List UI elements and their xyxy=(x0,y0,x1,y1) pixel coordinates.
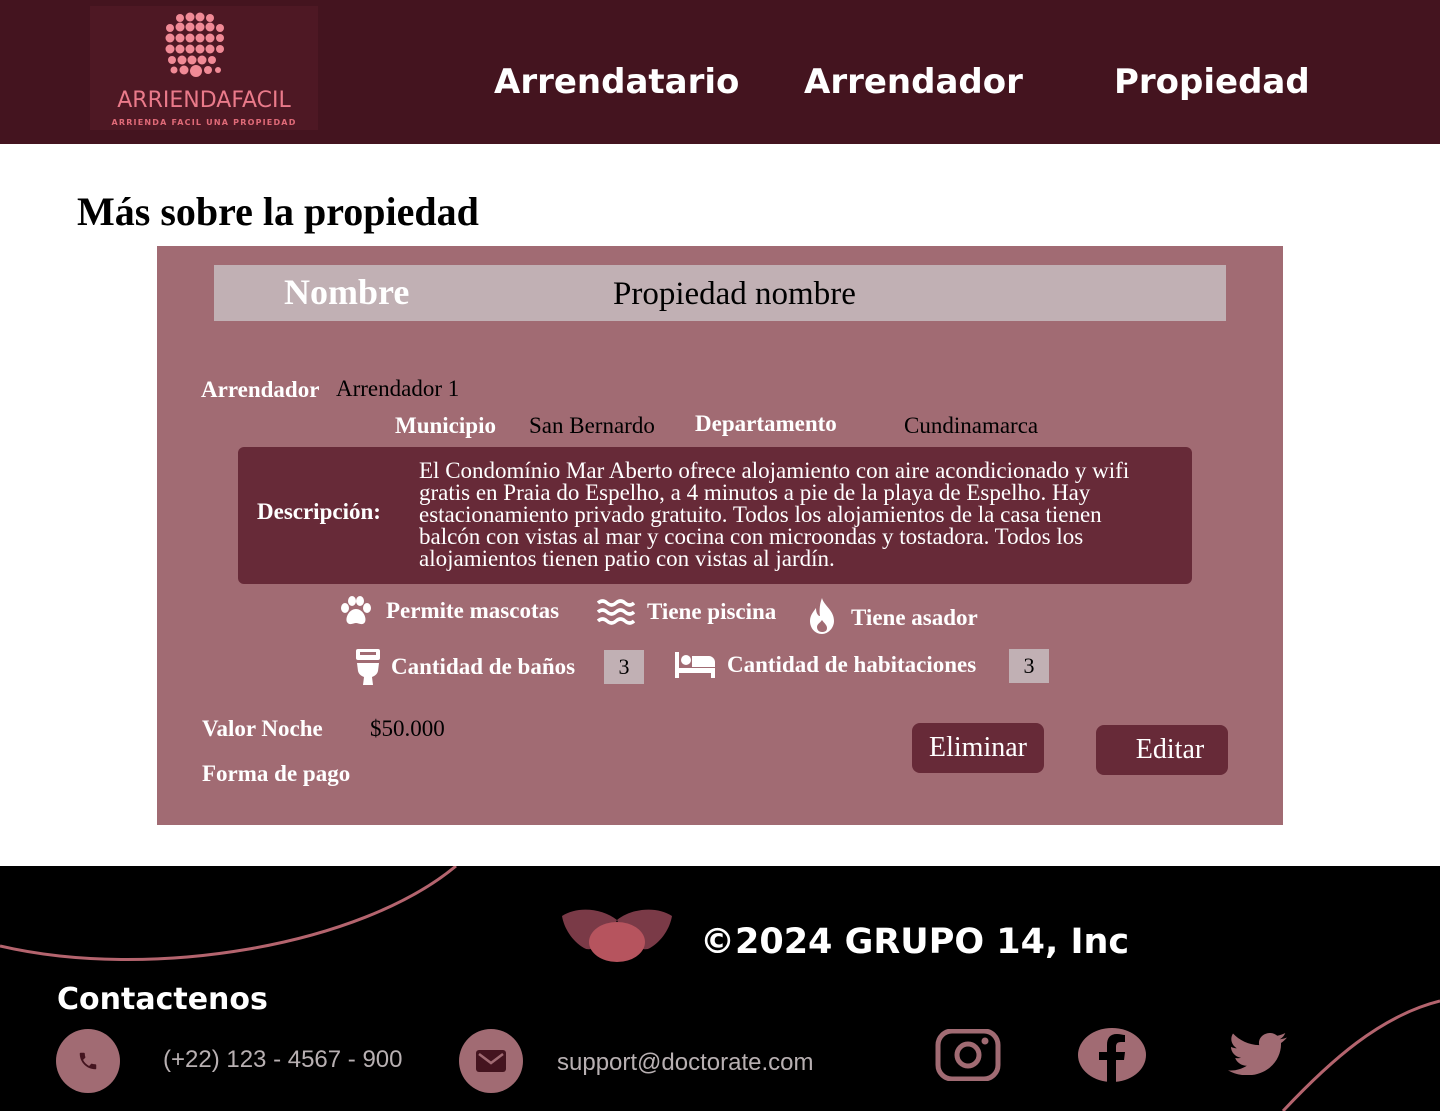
description-box: Descripción: El Condomínio Mar Aberto of… xyxy=(238,447,1192,584)
landlord-value: Arrendador 1 xyxy=(336,376,460,401)
butterfly-logo-icon xyxy=(562,909,672,962)
nav-propiedad[interactable]: Propiedad xyxy=(1114,62,1310,102)
flame-icon xyxy=(810,598,834,634)
site-header: ARRIENDAFACIL ARRIENDA FACIL UNA PROPIED… xyxy=(0,0,1440,144)
description-line: alojamientos tienen patio con vistas al … xyxy=(419,546,835,571)
pool-label: Tiene piscina xyxy=(647,599,777,624)
feature-bathrooms: Cantidad de baños xyxy=(356,649,575,685)
logo-dots-icon xyxy=(165,12,224,77)
paw-icon xyxy=(341,596,371,625)
delete-button[interactable]: Eliminar xyxy=(912,723,1044,773)
instagram-icon[interactable] xyxy=(935,1029,1001,1081)
logo-tagline: ARRIENDA FACIL UNA PROPIEDAD xyxy=(111,118,297,127)
municipality-label: Municipio xyxy=(395,413,496,438)
department-value: Cundinamarca xyxy=(904,413,1039,438)
feature-grill: Tiene asador xyxy=(808,598,978,634)
brand-logo[interactable]: ARRIENDAFACIL ARRIENDA FACIL UNA PROPIED… xyxy=(90,6,318,130)
description-label: Descripción: xyxy=(257,499,381,524)
nav-arrendador[interactable]: Arrendador xyxy=(804,62,1023,102)
bathrooms-count[interactable]: 3 xyxy=(604,650,644,684)
description-line: gratis en Praia do Espelho, a 4 minutos … xyxy=(419,480,1091,505)
price-value: $50.000 xyxy=(370,716,445,741)
description-line: balcón con vistas al mar y cocina con mi… xyxy=(419,524,1084,549)
name-bar: Nombre Propiedad nombre xyxy=(214,265,1226,321)
pets-label: Permite mascotas xyxy=(386,598,560,623)
email-button[interactable] xyxy=(459,1029,523,1093)
copyright-text: ©2024 GRUPO 14, Inc xyxy=(700,922,1130,962)
mail-icon xyxy=(476,1050,506,1072)
description-text: El Condomínio Mar Aberto ofrece alojamie… xyxy=(419,458,1179,571)
nav-arrendatario[interactable]: Arrendatario xyxy=(494,62,739,102)
twitter-icon[interactable] xyxy=(1225,1033,1287,1075)
feature-pool: Tiene piscina xyxy=(597,598,776,626)
logo-wordmark: ARRIENDAFACIL xyxy=(117,88,291,113)
contact-title: Contactenos xyxy=(57,982,268,1017)
phone-icon xyxy=(79,1052,97,1070)
waves-icon xyxy=(597,599,635,625)
payment-label: Forma de pago xyxy=(202,761,351,786)
phone-text[interactable]: (+22) 123 - 4567 - 900 xyxy=(163,1046,403,1074)
name-value: Propiedad nombre xyxy=(613,276,856,312)
email-text[interactable]: support@doctorate.com xyxy=(557,1049,814,1077)
toilet-icon xyxy=(356,649,380,685)
facebook-icon[interactable] xyxy=(1078,1028,1146,1082)
description-line: estacionamiento privado gratuito. Todos … xyxy=(419,502,1102,527)
name-label: Nombre xyxy=(284,272,410,312)
site-footer: ©2024 GRUPO 14, Inc Contactenos (+22) 12… xyxy=(0,866,1440,1111)
rooms-count[interactable]: 3 xyxy=(1009,649,1049,683)
property-card: Nombre Propiedad nombre Arrendador Arren… xyxy=(157,246,1283,825)
landlord-label: Arrendador xyxy=(201,377,320,402)
phone-button[interactable] xyxy=(56,1029,120,1093)
department-label: Departamento xyxy=(695,411,837,436)
description-line: El Condomínio Mar Aberto ofrece alojamie… xyxy=(419,458,1130,483)
municipality-value: San Bernardo xyxy=(529,413,655,438)
bathrooms-label: Cantidad de baños xyxy=(391,654,576,679)
bed-icon xyxy=(675,652,715,678)
page-title: Más sobre la propiedad xyxy=(77,189,479,234)
feature-pets: Permite mascotas xyxy=(339,596,559,626)
feature-rooms: Cantidad de habitaciones xyxy=(675,652,976,678)
price-label: Valor Noche xyxy=(202,716,323,741)
grill-label: Tiene asador xyxy=(851,605,978,630)
edit-button[interactable]: Editar xyxy=(1096,725,1228,775)
rooms-label: Cantidad de habitaciones xyxy=(727,652,977,677)
